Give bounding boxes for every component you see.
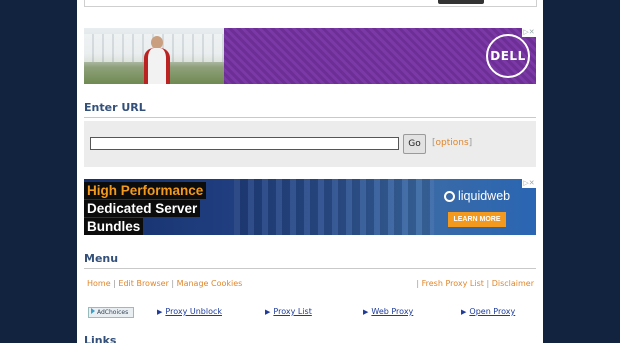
menu-left-group: Home | Edit Browser | Manage Cookies	[87, 279, 242, 288]
menu-item-edit-browser[interactable]: Edit Browser	[118, 279, 168, 288]
adchoices-label: AdChoices	[97, 309, 129, 316]
menu-item-disclaimer[interactable]: Disclaimer	[492, 279, 534, 288]
link-proxy-unblock-label: Proxy Unblock	[165, 307, 222, 316]
liquidweb-mark-icon	[444, 191, 455, 202]
link-proxy-list-label: Proxy List	[273, 307, 312, 316]
link-proxy-list[interactable]: ▶ Proxy List	[265, 307, 312, 316]
options-link-wrapper: [options]	[432, 138, 472, 148]
liquidweb-logo-text: liquidweb	[458, 189, 511, 203]
menu-separator: |	[416, 279, 420, 288]
options-bracket-close: ]	[468, 138, 473, 148]
link-open-proxy[interactable]: ▶ Open Proxy	[461, 307, 515, 316]
link-open-proxy-label: Open Proxy	[469, 307, 516, 316]
ad-headline-line-3: Bundles	[84, 218, 144, 235]
top-submit-button[interactable]	[438, 0, 484, 4]
links-heading: Links	[84, 334, 117, 343]
link-web-proxy[interactable]: ▶ Web Proxy	[363, 307, 413, 316]
adchoices-corner-icon[interactable]: ▷✕	[522, 179, 536, 188]
menu-item-home[interactable]: Home	[87, 279, 111, 288]
arrow-right-icon: ▶	[157, 308, 163, 316]
ad-headline-line-1: High Performance	[84, 182, 207, 199]
dell-banner-ad[interactable]: DELL ▷✕	[84, 28, 536, 84]
adchoices-badge[interactable]: AdChoices	[88, 307, 134, 318]
person-image	[144, 36, 170, 84]
adchoices-icon	[91, 308, 95, 314]
link-proxy-unblock[interactable]: ▶ Proxy Unblock	[157, 307, 222, 316]
liquidweb-banner-ad[interactable]: High Performance Dedicated Server Bundle…	[84, 179, 536, 235]
menu-separator: |	[486, 279, 490, 288]
menu-right-group: | Fresh Proxy List | Disclaimer	[416, 279, 534, 288]
menu-item-manage-cookies[interactable]: Manage Cookies	[177, 279, 243, 288]
enter-url-heading: Enter URL	[84, 101, 146, 114]
menu-heading: Menu	[84, 252, 119, 265]
ad-headline-line-2: Dedicated Server	[84, 200, 201, 217]
menu-separator: |	[113, 279, 116, 288]
adchoices-corner-icon[interactable]: ▷✕	[522, 28, 536, 37]
divider	[84, 268, 536, 269]
url-form: Go [options]	[84, 121, 536, 167]
arrow-right-icon: ▶	[265, 308, 271, 316]
arrow-right-icon: ▶	[363, 308, 369, 316]
menu-item-fresh-proxy-list[interactable]: Fresh Proxy List	[422, 279, 484, 288]
person-shirt	[144, 48, 170, 84]
arrow-right-icon: ▶	[461, 308, 467, 316]
go-button[interactable]: Go	[403, 134, 426, 154]
page-content: DELL ▷✕ Enter URL Go [options] High Perf…	[77, 0, 543, 343]
server-corridor-image	[234, 179, 434, 235]
ad-photo	[84, 28, 224, 84]
learn-more-button[interactable]: LEARN MORE	[448, 212, 506, 227]
dell-logo: DELL	[486, 34, 530, 78]
url-input[interactable]	[90, 137, 399, 150]
liquidweb-logo: liquidweb	[444, 189, 510, 203]
top-search-bar	[84, 0, 537, 7]
options-link[interactable]: options	[436, 138, 469, 148]
link-web-proxy-label: Web Proxy	[371, 307, 414, 316]
menu-separator: |	[171, 279, 175, 288]
divider	[84, 117, 536, 118]
